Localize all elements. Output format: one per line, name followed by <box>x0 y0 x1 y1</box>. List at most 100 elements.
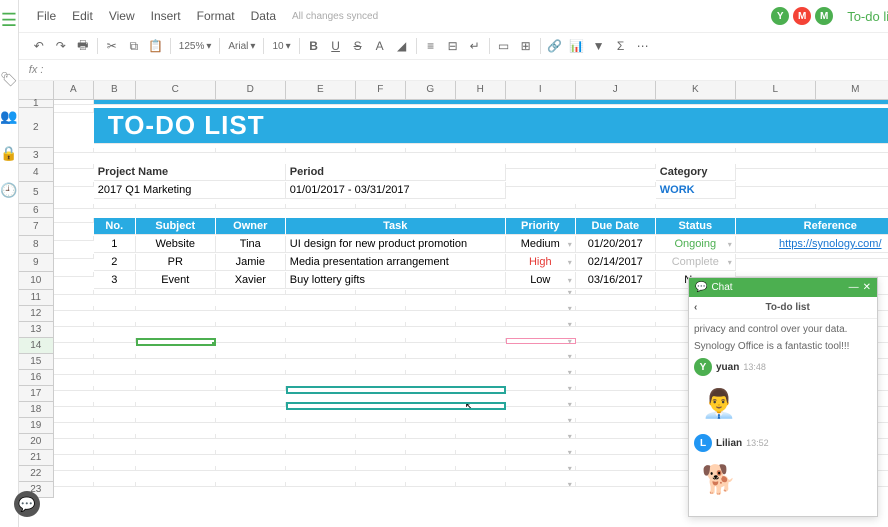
menu-format[interactable]: Format <box>189 6 243 26</box>
row-header[interactable]: 6 <box>19 204 54 218</box>
formula-bar[interactable]: fx : <box>19 60 888 81</box>
cell-due[interactable]: 02/14/2017 <box>576 254 656 271</box>
cell-priority[interactable]: Medium <box>506 236 576 253</box>
row-header[interactable]: 17 <box>19 386 54 402</box>
cell[interactable] <box>456 204 506 209</box>
cell[interactable] <box>286 354 356 359</box>
zoom-select[interactable]: 125% ▾ <box>175 39 216 54</box>
cell[interactable] <box>94 148 136 153</box>
bold-icon[interactable]: B <box>304 36 324 56</box>
cell[interactable] <box>356 370 406 375</box>
strikethrough-icon[interactable]: S <box>348 36 368 56</box>
fontsize-select[interactable]: 10 ▾ <box>268 39 294 54</box>
cell[interactable] <box>136 370 216 375</box>
column-header[interactable]: L <box>736 81 816 99</box>
paste-icon[interactable]: 📋 <box>146 36 166 56</box>
cell[interactable] <box>506 204 576 209</box>
cell[interactable] <box>54 354 94 359</box>
cell[interactable] <box>94 482 136 487</box>
cell[interactable] <box>576 204 656 209</box>
cell[interactable] <box>216 204 286 209</box>
menu-view[interactable]: View <box>101 6 143 26</box>
cell[interactable] <box>406 322 456 327</box>
column-header[interactable]: C <box>136 81 216 99</box>
cell[interactable] <box>506 322 576 327</box>
cell[interactable] <box>54 370 94 375</box>
cell[interactable] <box>456 148 506 153</box>
merge-icon[interactable]: ▭ <box>494 36 514 56</box>
cell[interactable] <box>356 306 406 311</box>
cell[interactable] <box>356 450 406 455</box>
copy-icon[interactable]: ⧉ <box>124 36 144 56</box>
column-header[interactable]: H <box>456 81 506 99</box>
cell[interactable] <box>286 418 356 423</box>
column-header[interactable]: F <box>356 81 406 99</box>
cell[interactable] <box>506 338 576 344</box>
cell[interactable] <box>94 354 136 359</box>
cell[interactable] <box>506 182 656 187</box>
cell[interactable] <box>94 402 136 407</box>
cell[interactable] <box>54 100 94 105</box>
cell[interactable] <box>136 434 216 439</box>
cell[interactable] <box>286 450 356 455</box>
cell[interactable] <box>576 466 656 471</box>
cell-no[interactable]: 3 <box>94 272 136 289</box>
cell[interactable] <box>216 466 286 471</box>
cell[interactable] <box>94 418 136 423</box>
cell[interactable] <box>94 434 136 439</box>
cell[interactable] <box>216 290 286 295</box>
cell[interactable] <box>736 182 888 187</box>
cell-status[interactable]: Ongoing <box>656 236 736 253</box>
back-icon[interactable]: ‹ <box>694 302 697 313</box>
cell[interactable] <box>216 322 286 327</box>
cell[interactable] <box>54 322 94 327</box>
cell[interactable] <box>54 290 94 295</box>
cell[interactable] <box>656 148 736 153</box>
cell[interactable] <box>54 306 94 311</box>
cell-due[interactable]: 03/16/2017 <box>576 272 656 289</box>
cell[interactable] <box>356 204 406 209</box>
cell[interactable] <box>456 306 506 311</box>
cell[interactable] <box>506 354 576 359</box>
cell[interactable] <box>406 354 456 359</box>
cell[interactable] <box>506 418 576 423</box>
cell[interactable] <box>216 306 286 311</box>
cell[interactable] <box>94 466 136 471</box>
row-header[interactable]: 2 <box>19 108 54 148</box>
cell-reference[interactable]: https://synology.com/ <box>736 236 888 253</box>
link-icon[interactable]: 🔗 <box>545 36 565 56</box>
column-header[interactable]: M <box>816 81 888 99</box>
row-header[interactable]: 4 <box>19 164 54 182</box>
cell[interactable] <box>94 386 136 391</box>
cell[interactable] <box>506 434 576 439</box>
cell[interactable] <box>456 322 506 327</box>
cell[interactable] <box>286 466 356 471</box>
cell[interactable] <box>736 148 816 153</box>
cell[interactable] <box>406 418 456 423</box>
cell[interactable] <box>54 466 94 471</box>
cell[interactable] <box>406 482 456 487</box>
cell[interactable] <box>216 482 286 487</box>
row-header[interactable]: 16 <box>19 370 54 386</box>
cell[interactable] <box>816 204 888 209</box>
cell[interactable] <box>216 338 286 343</box>
cell[interactable] <box>506 450 576 455</box>
cell[interactable] <box>576 418 656 423</box>
cell-owner[interactable]: Tina <box>216 236 286 253</box>
cell[interactable] <box>406 434 456 439</box>
cell-no[interactable]: 2 <box>94 254 136 271</box>
cell[interactable] <box>54 182 94 187</box>
cell[interactable] <box>576 322 656 327</box>
cell[interactable] <box>356 148 406 153</box>
history-icon[interactable]: 🕘 <box>0 182 17 199</box>
cell[interactable] <box>216 148 286 153</box>
cell[interactable] <box>286 290 356 295</box>
cell[interactable] <box>94 322 136 327</box>
undo-icon[interactable]: ↶ <box>29 36 49 56</box>
cell[interactable] <box>456 450 506 455</box>
cell[interactable] <box>356 434 406 439</box>
cell[interactable] <box>736 164 888 169</box>
cell[interactable] <box>286 370 356 375</box>
cell[interactable] <box>816 148 888 153</box>
cell[interactable] <box>94 290 136 295</box>
